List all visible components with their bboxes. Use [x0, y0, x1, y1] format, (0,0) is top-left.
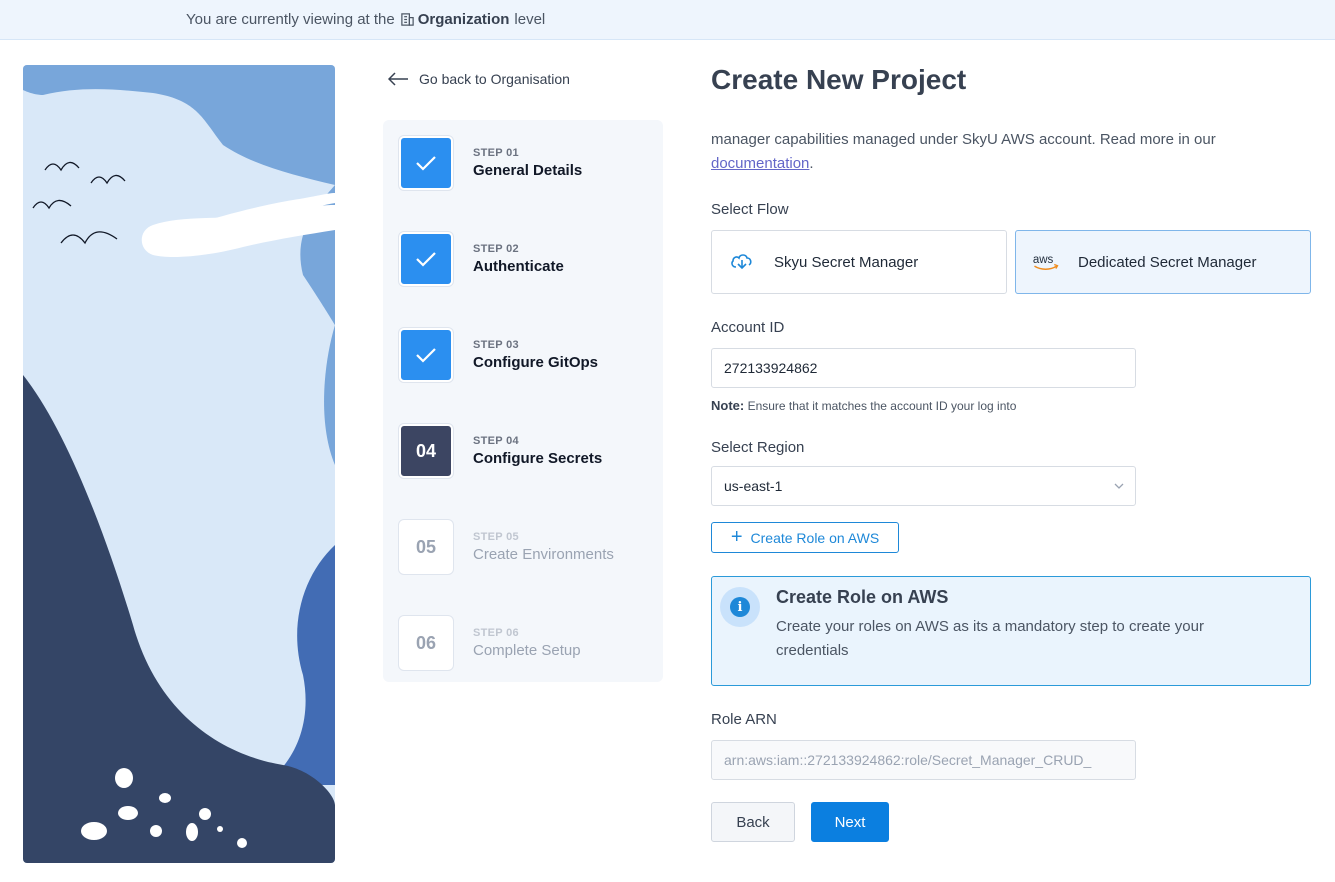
step-label: General Details: [473, 162, 583, 179]
check-icon: [416, 156, 436, 171]
step-number: STEP 03: [473, 339, 519, 351]
svg-text:aws: aws: [1033, 254, 1054, 266]
flow-description: manager capabilities managed under SkyU …: [711, 128, 1311, 176]
step-number: STEP 05: [473, 531, 519, 543]
note-label: Note:: [711, 398, 745, 413]
arrow-left-icon: [388, 72, 408, 86]
step-status-box: [399, 232, 453, 286]
next-button[interactable]: Next: [811, 802, 889, 842]
step-complete-setup: 06 STEP 06 Complete Setup: [399, 616, 581, 670]
go-back-link[interactable]: Go back to Organisation: [388, 68, 570, 90]
description-end: .: [809, 155, 814, 172]
flow-option-label: Skyu Secret Manager: [774, 253, 919, 271]
building-icon: [401, 13, 414, 26]
side-illustration: [23, 65, 335, 863]
info-text: Create your roles on AWS as its a mandat…: [776, 618, 1204, 659]
banner-org-level: Organization: [400, 11, 510, 28]
documentation-link[interactable]: documentation: [711, 155, 809, 172]
step-number: STEP 06: [473, 627, 519, 639]
step-configure-secrets[interactable]: 04 STEP 04 Configure Secrets: [399, 424, 602, 478]
step-label: Create Environments: [473, 546, 614, 563]
note-text: Ensure that it matches the account ID yo…: [747, 399, 1017, 413]
step-status-box: [399, 328, 453, 382]
select-region-label: Select Region: [711, 439, 805, 456]
check-icon: [416, 252, 436, 267]
step-general-details[interactable]: STEP 01 General Details: [399, 136, 582, 190]
step-label: Authenticate: [473, 258, 564, 275]
role-arn-label: Role ARN: [711, 711, 777, 728]
go-back-label: Go back to Organisation: [419, 71, 570, 87]
banner-prefix: You are currently viewing at the: [186, 11, 395, 28]
chevron-down-icon: [1114, 483, 1124, 489]
check-icon: [416, 348, 436, 363]
step-number: STEP 02: [473, 243, 519, 255]
step-create-environments: 05 STEP 05 Create Environments: [399, 520, 614, 574]
back-button[interactable]: Back: [711, 802, 795, 842]
description-text: manager capabilities managed under SkyU …: [711, 131, 1216, 148]
create-role-info-box: i Create Role on AWS Create your roles o…: [711, 576, 1311, 686]
skyu-cloud-icon: [731, 254, 752, 270]
step-configure-gitops[interactable]: STEP 03 Configure GitOps: [399, 328, 598, 382]
account-id-label: Account ID: [711, 319, 785, 336]
step-status-box: 05: [399, 520, 453, 574]
step-status-box: 06: [399, 616, 453, 670]
region-select[interactable]: us-east-1: [711, 466, 1136, 506]
info-icon: i: [720, 587, 760, 627]
step-label: Complete Setup: [473, 642, 581, 659]
select-flow-label: Select Flow: [711, 201, 789, 218]
flow-option-label: Dedicated Secret Manager: [1078, 253, 1257, 271]
account-id-input[interactable]: 272133924862: [711, 348, 1136, 388]
create-role-button[interactable]: + Create Role on AWS: [711, 522, 899, 553]
page-title: Create New Project: [711, 64, 967, 95]
account-id-note: Note: Ensure that it matches the account…: [711, 398, 1016, 413]
step-status-box: [399, 136, 453, 190]
step-number: STEP 01: [473, 147, 519, 159]
aws-logo-icon: aws: [1033, 254, 1059, 270]
step-label: Configure GitOps: [473, 354, 598, 371]
step-status-box: 04: [399, 424, 453, 478]
org-level-banner: You are currently viewing at the Organiz…: [0, 0, 1335, 40]
banner-suffix: level: [514, 11, 546, 28]
info-title: Create Role on AWS: [776, 587, 949, 607]
region-selected-value: us-east-1: [724, 478, 783, 494]
role-arn-input: arn:aws:iam::272133924862:role/Secret_Ma…: [711, 740, 1136, 780]
step-number: STEP 04: [473, 435, 519, 447]
step-label: Configure Secrets: [473, 450, 603, 467]
flow-option-dedicated[interactable]: aws Dedicated Secret Manager: [1015, 230, 1311, 294]
flow-option-skyu[interactable]: Skyu Secret Manager: [711, 230, 1007, 294]
step-authenticate[interactable]: STEP 02 Authenticate: [399, 232, 564, 286]
landscape-illustration: [23, 65, 335, 863]
create-role-button-label: Create Role on AWS: [750, 529, 880, 546]
plus-icon: +: [730, 525, 743, 548]
banner-level-name: Organization: [417, 11, 510, 28]
project-stepper: STEP 01 General Details STEP 02 Authenti…: [383, 120, 663, 682]
